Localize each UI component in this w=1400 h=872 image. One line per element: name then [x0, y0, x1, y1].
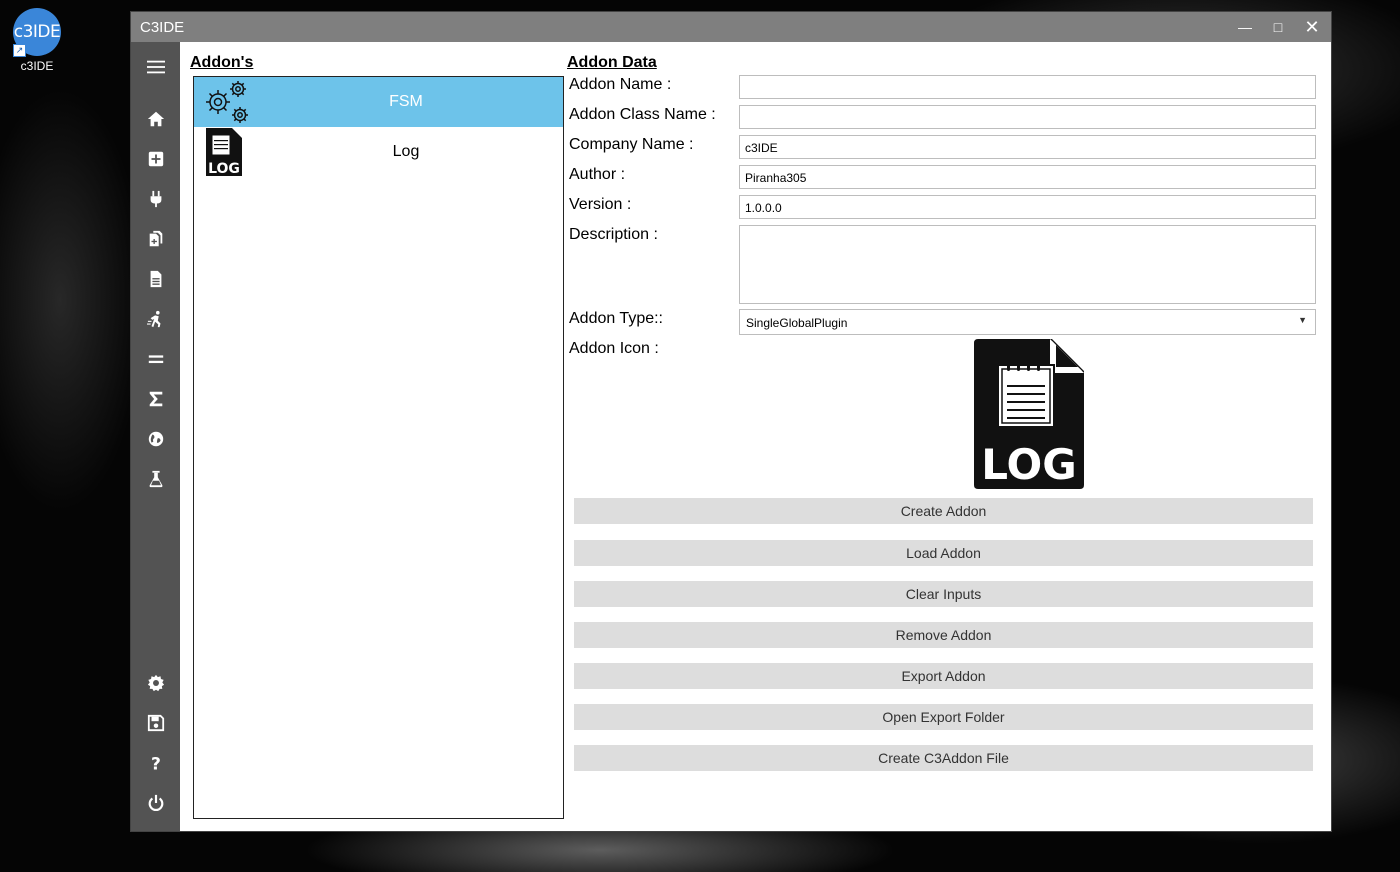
addon-list[interactable]: FSM LOG Log — [193, 76, 564, 819]
menu-icon[interactable] — [143, 54, 169, 80]
addon-list-item-fsm[interactable]: FSM — [194, 77, 563, 127]
addon-data-heading: Addon Data — [567, 54, 657, 71]
company-name-label: Company Name : — [569, 136, 694, 153]
copy-file-icon[interactable] — [143, 226, 169, 252]
addon-class-name-input[interactable] — [739, 105, 1316, 129]
home-icon[interactable] — [143, 106, 169, 132]
sidebar: ? — [131, 42, 180, 831]
description-label: Description : — [569, 226, 658, 243]
version-label: Version : — [569, 196, 632, 213]
company-name-input[interactable]: c3IDE — [739, 135, 1316, 159]
description-input[interactable] — [739, 225, 1316, 304]
create-c3addon-file-button[interactable]: Create C3Addon File — [574, 745, 1313, 771]
add-icon[interactable] — [143, 146, 169, 172]
shortcut-label: c3IDE — [20, 59, 54, 73]
load-addon-button[interactable]: Load Addon — [574, 540, 1313, 566]
flask-icon[interactable] — [143, 466, 169, 492]
addons-heading: Addon's — [190, 54, 254, 71]
globe-icon[interactable] — [143, 426, 169, 452]
gear-icon[interactable] — [143, 670, 169, 696]
addon-list-item-log[interactable]: LOG Log — [194, 127, 563, 177]
maximize-button[interactable]: □ — [1262, 12, 1294, 42]
equals-icon[interactable] — [143, 346, 169, 372]
open-export-folder-button[interactable]: Open Export Folder — [574, 704, 1313, 730]
addon-name-label: Addon Name : — [569, 76, 672, 93]
addon-name-label: FSM — [389, 93, 423, 110]
power-icon[interactable] — [143, 790, 169, 816]
addon-icon-text: LOG — [981, 440, 1076, 489]
close-button[interactable]: ✕ — [1296, 12, 1328, 42]
plug-icon[interactable] — [143, 186, 169, 212]
version-input[interactable]: 1.0.0.0 — [739, 195, 1316, 219]
svg-text:?: ? — [151, 754, 161, 772]
author-input[interactable]: Piranha305 — [739, 165, 1316, 189]
addon-icon-label: Addon Icon : — [569, 340, 659, 357]
addon-name-label: Log — [392, 143, 420, 160]
author-label: Author : — [569, 166, 626, 183]
minimize-button[interactable]: — — [1229, 12, 1261, 42]
addon-name-input[interactable] — [739, 75, 1316, 99]
help-icon[interactable]: ? — [143, 750, 169, 776]
title-bar[interactable]: C3IDE — □ ✕ — [131, 12, 1331, 42]
addon-type-label: Addon Type:: — [569, 310, 663, 327]
remove-addon-button[interactable]: Remove Addon — [574, 622, 1313, 648]
app-window: C3IDE — □ ✕ ? Addon's FSM LOG Log Addon … — [131, 12, 1331, 831]
window-title: C3IDE — [140, 19, 185, 36]
sigma-icon[interactable] — [143, 386, 169, 412]
addon-type-select[interactable]: SingleGlobalPlugin ▼ — [739, 309, 1316, 335]
save-icon[interactable] — [143, 710, 169, 736]
run-icon[interactable] — [143, 306, 169, 332]
clear-inputs-button[interactable]: Clear Inputs — [574, 581, 1313, 607]
svg-text:LOG: LOG — [208, 161, 240, 176]
shortcut-arrow-icon: ↗ — [13, 44, 26, 57]
addon-class-name-label: Addon Class Name : — [569, 106, 716, 123]
export-addon-button[interactable]: Export Addon — [574, 663, 1313, 689]
dropdown-arrow-icon: ▼ — [1298, 315, 1307, 325]
addon-type-value: SingleGlobalPlugin — [746, 316, 848, 330]
addon-icon-preview: LOG — [974, 339, 1084, 489]
desktop-shortcut-c3ide[interactable]: c3IDE ↗ c3IDE — [10, 8, 64, 73]
file-icon[interactable] — [143, 266, 169, 292]
create-addon-button[interactable]: Create Addon — [574, 498, 1313, 524]
